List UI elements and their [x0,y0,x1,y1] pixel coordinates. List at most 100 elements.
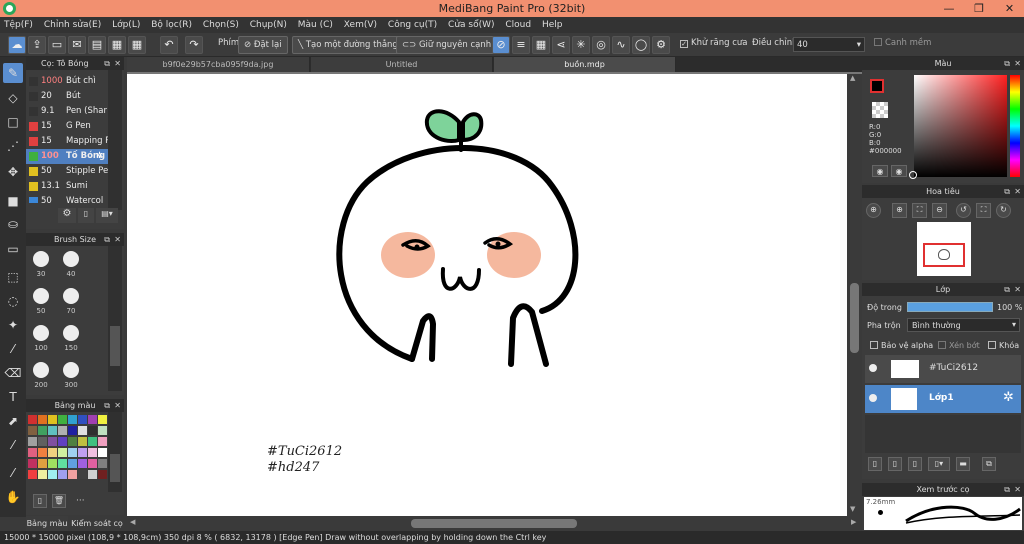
brush-menu-icon[interactable]: ▤▾ [96,208,118,223]
menu-file[interactable]: Tệp(F) [0,17,37,33]
adjust-input[interactable]: 40 ▾ [793,37,865,52]
palette-swatch[interactable] [28,470,37,479]
popout-icon[interactable]: ⧉ [104,399,110,412]
scroll-thumb[interactable] [850,283,859,353]
brush-item-selected[interactable]: 100 Tố Bóng ✲ [26,149,108,164]
bucket-tool-icon[interactable]: ⛀ [3,214,23,234]
rotate-left-icon[interactable]: ↺ [956,203,971,218]
palette-swatch[interactable] [88,470,97,479]
add-layer-menu-icon[interactable]: ▯▾ [928,457,950,471]
protect-alpha-checkbox[interactable]: Bảo vệ alpha [870,341,933,350]
layer-row[interactable]: #TuCi2612 [865,355,1021,383]
foreground-color[interactable] [870,79,884,93]
palette-swatch[interactable] [38,415,47,424]
comment-icon[interactable]: ▭ [48,36,66,54]
palette-swatch[interactable] [48,459,57,468]
palette-swatch[interactable] [48,437,57,446]
palette-swatch[interactable] [78,448,87,457]
palette-swatch[interactable] [88,437,97,446]
eyedropper-tool-icon[interactable]: ⁄ [3,463,23,483]
palette-swatch[interactable] [28,459,37,468]
operation-tool-icon[interactable]: ⬈ [3,411,23,431]
tab-brush-control[interactable]: Kiểm soát cọ [70,516,124,531]
popout-icon[interactable]: ⧉ [104,57,110,70]
close-icon[interactable]: ✕ [1014,185,1021,198]
keep-edge-button[interactable]: ⊂⊃ Giữ nguyên cạnh [396,36,498,54]
palette-swatch[interactable] [98,415,107,424]
brush-item[interactable]: 15 G Pen [26,119,108,134]
new-layer-icon[interactable]: ▯ [868,457,882,471]
close-icon[interactable]: ✕ [114,57,121,70]
color-wheel-icon[interactable]: ◉ [872,165,888,177]
palette-swatch[interactable] [98,470,107,479]
background-color[interactable] [872,102,888,118]
zoom-in-icon[interactable]: ⊕ [866,203,881,218]
brush-item[interactable]: 1000 Bút chì [26,74,108,89]
palette-swatch[interactable] [48,448,57,457]
scroll-down-icon[interactable]: ▼ [850,505,855,513]
lock-checkbox[interactable]: Khóa [988,341,1019,350]
palette-swatch[interactable] [28,426,37,435]
snap-ellipse-icon[interactable]: ◯ [632,36,650,54]
duplicate-layer-icon[interactable]: ⧉ [982,457,996,471]
palette-swatch[interactable] [48,415,57,424]
new-brush-icon[interactable]: ▯ [78,208,94,223]
close-icon[interactable]: ✕ [1014,57,1021,70]
vertical-scrollbar[interactable]: ▲ ▼ [847,74,862,516]
folder-icon[interactable]: ▬ [956,457,970,471]
palette-swatch[interactable] [58,426,67,435]
eraser-tool-icon[interactable]: ◇ [3,88,23,108]
palette-swatch[interactable] [98,448,107,457]
snap-parallel-icon[interactable]: ≡ [512,36,530,54]
brush-item[interactable]: 9.1 Pen (Shar [26,104,108,119]
palette-swatch[interactable] [58,437,67,446]
tab-document-3[interactable]: buồn.mdp [494,57,676,72]
brush-list-scrollbar[interactable] [108,70,122,210]
menu-snap[interactable]: Chụp(N) [246,17,291,33]
close-icon[interactable]: ✕ [1014,283,1021,296]
menu-color[interactable]: Màu (C) [294,17,337,33]
divide-tool-icon[interactable]: ⁄ [3,435,23,455]
select-eraser-tool-icon[interactable]: ⌫ [3,363,23,383]
brush-size-scrollbar[interactable] [108,246,122,391]
new-halftone-layer-icon[interactable]: ▯ [888,457,902,471]
palette-swatch[interactable] [68,426,77,435]
palette-swatch[interactable] [38,470,47,479]
menu-window[interactable]: Cửa sổ(W) [444,17,498,33]
new-8bit-layer-icon[interactable]: ▯ [908,457,922,471]
lasso-tool-icon[interactable]: ◌ [3,291,23,311]
palette-scrollbar[interactable] [108,412,122,492]
palette-more[interactable]: ··· [76,496,85,506]
navigator-preview[interactable] [917,222,971,276]
palette-swatch[interactable] [38,459,47,468]
palette-swatches[interactable] [28,415,108,491]
opacity-slider[interactable] [907,302,993,312]
chat-icon[interactable]: ✉ [68,36,86,54]
palette-swatch[interactable] [98,437,107,446]
palette-swatch[interactable] [58,470,67,479]
close-icon[interactable]: ✕ [114,399,121,412]
scroll-thumb[interactable] [110,454,120,482]
gradient-tool-icon[interactable]: ▭ [3,239,23,259]
fit-screen-icon[interactable]: ⛶ [912,203,927,218]
tab-document-1[interactable]: b9f0e29b57cba095f9da.jpg [127,57,310,72]
tab-palette[interactable]: Bảng màu [26,516,68,531]
palette-swatch[interactable] [98,426,107,435]
menu-help[interactable]: Help [538,17,567,33]
snap-grid-icon[interactable]: ▦ [532,36,550,54]
menu-select[interactable]: Chọn(S) [199,17,243,33]
scroll-up-icon[interactable]: ▲ [850,74,855,82]
palette-swatch[interactable] [58,459,67,468]
menu-layer[interactable]: Lớp(L) [108,17,144,33]
horizontal-scrollbar[interactable]: ◀ ▶ [127,516,862,531]
brush-size-300[interactable]: 300 [58,362,84,389]
brush-item[interactable]: 15 Mapping P [26,134,108,149]
color-picker-cursor[interactable] [909,171,917,179]
close-button[interactable]: ✕ [995,0,1024,17]
snap-circle-icon[interactable]: ◎ [592,36,610,54]
gear-icon[interactable]: ✲ [1003,390,1014,405]
palette-swatch[interactable] [88,415,97,424]
magic-wand-tool-icon[interactable]: ✦ [3,315,23,335]
snap-radial-icon[interactable]: ✳ [572,36,590,54]
hand-tool-icon[interactable]: ✋ [3,487,23,507]
